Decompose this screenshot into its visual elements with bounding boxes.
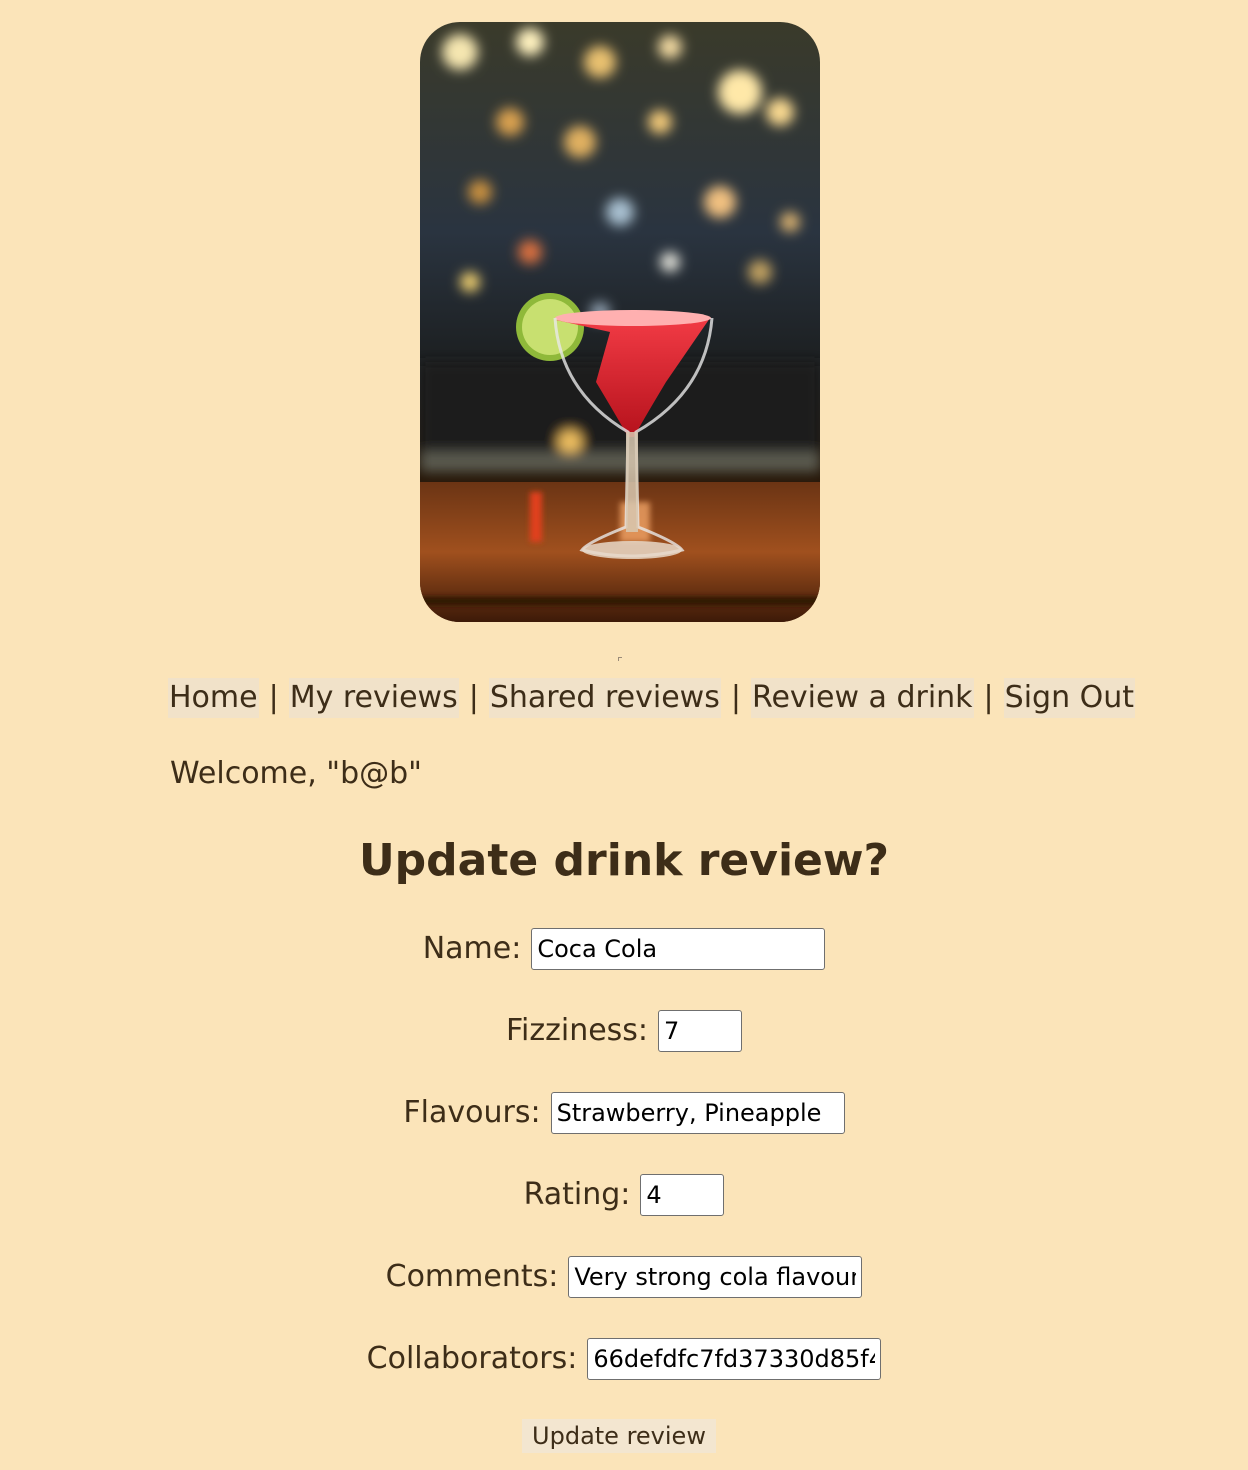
- separator-mark: [618, 657, 622, 661]
- fizziness-label: Fizziness:: [505, 1013, 649, 1048]
- welcome-message: Welcome, "b@b": [170, 756, 422, 791]
- hero-image: [420, 22, 820, 622]
- fizziness-input[interactable]: [658, 1010, 743, 1052]
- fizziness-field-row: Fizziness:: [0, 1010, 1248, 1052]
- update-review-button[interactable]: Update review: [522, 1419, 716, 1453]
- flavours-input[interactable]: [550, 1092, 845, 1134]
- rating-label: Rating:: [523, 1177, 631, 1212]
- flavours-field-row: Flavours:: [0, 1092, 1248, 1134]
- nav-separator: |: [268, 680, 279, 715]
- name-label: Name:: [422, 931, 522, 966]
- name-field-row: Name:: [0, 928, 1248, 970]
- nav-sign-out-link[interactable]: Sign Out: [1003, 678, 1136, 718]
- comments-label: Comments:: [385, 1259, 559, 1294]
- nav-separator: |: [983, 680, 994, 715]
- nav-review-a-drink-link[interactable]: Review a drink: [750, 678, 974, 718]
- rating-input[interactable]: [640, 1174, 725, 1216]
- nav-home-link[interactable]: Home: [168, 678, 259, 718]
- collaborators-label: Collaborators:: [366, 1341, 578, 1376]
- name-input[interactable]: [531, 928, 826, 970]
- comments-input[interactable]: [568, 1256, 863, 1298]
- flavours-label: Flavours:: [403, 1095, 541, 1130]
- page-title: Update drink review?: [358, 835, 890, 886]
- nav-separator: |: [468, 680, 479, 715]
- collaborators-field-row: Collaborators:: [0, 1338, 1248, 1380]
- rating-field-row: Rating:: [0, 1174, 1248, 1216]
- nav-my-reviews-link[interactable]: My reviews: [288, 678, 459, 718]
- comments-field-row: Comments:: [0, 1256, 1248, 1298]
- collaborators-input[interactable]: [587, 1338, 882, 1380]
- nav-shared-reviews-link[interactable]: Shared reviews: [488, 678, 721, 718]
- nav-separator: |: [730, 680, 741, 715]
- main-nav: Home | My reviews | Shared reviews | Rev…: [168, 678, 1136, 718]
